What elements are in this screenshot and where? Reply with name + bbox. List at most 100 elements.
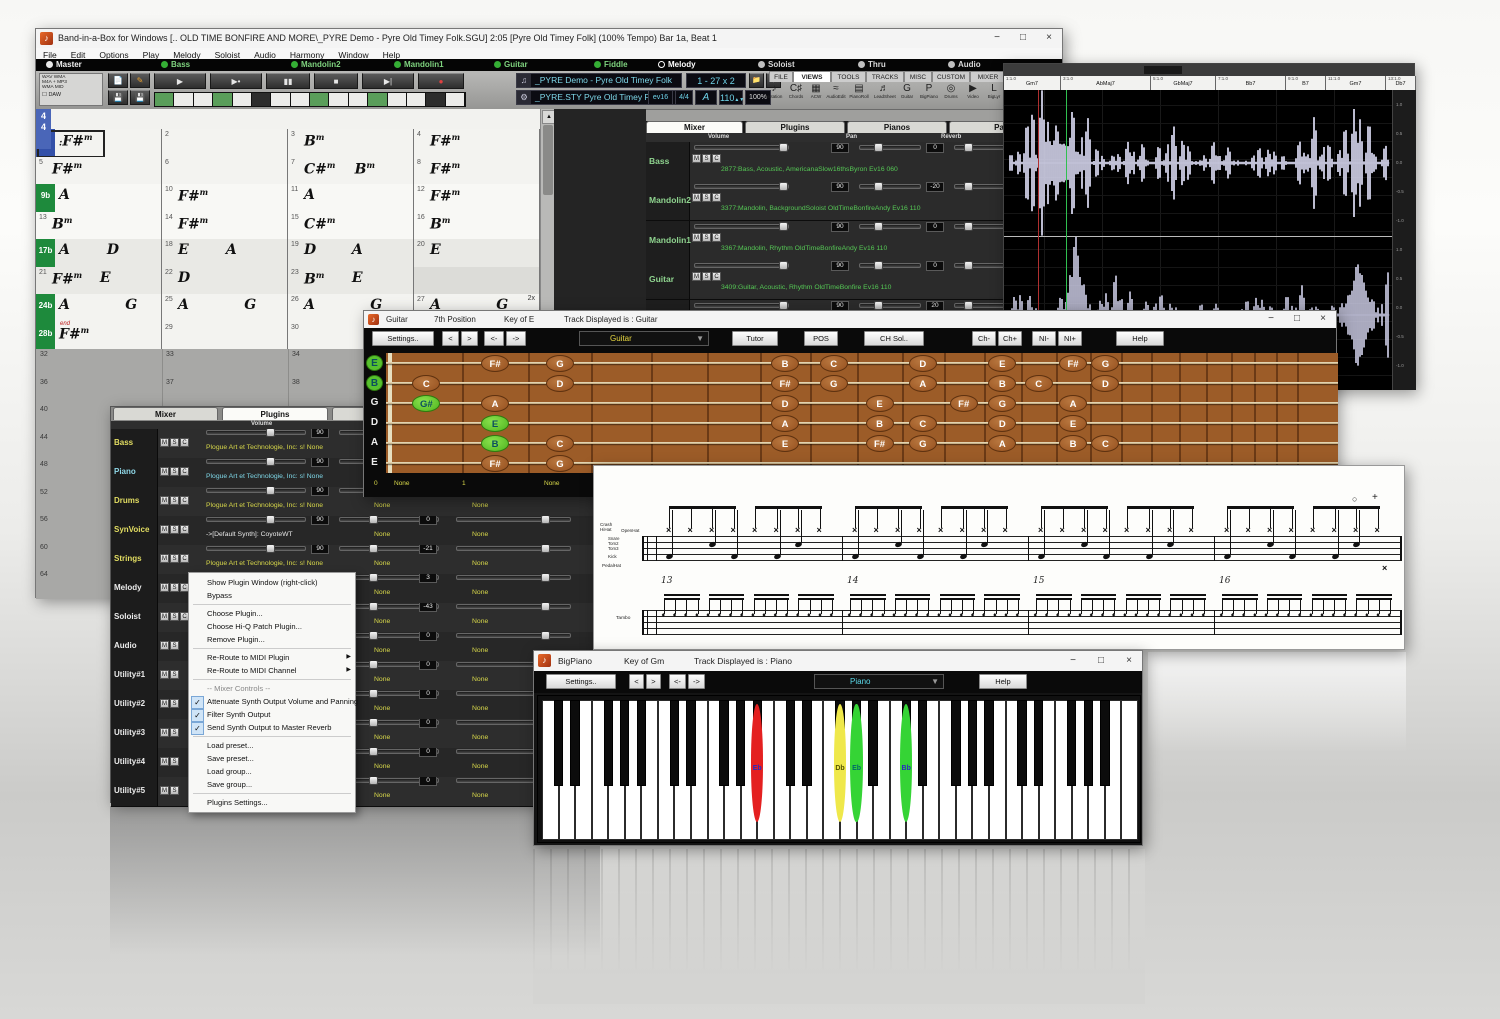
trackbar-audio[interactable]: Audio (948, 60, 981, 69)
mixer-tab-mixer[interactable]: Mixer (646, 121, 743, 133)
volume-handle[interactable] (779, 222, 788, 231)
plug-mute-button[interactable]: M (160, 612, 169, 621)
mixer-track-row[interactable]: BassMSC2877:Bass, Acoustic, AmericanaSlo… (646, 142, 1064, 182)
plug-solo-button[interactable]: S (170, 786, 179, 795)
black-key[interactable] (554, 700, 563, 786)
plug-track-row[interactable]: SynVoiceMSC900->[Default Synth]: CoyoteW… (111, 516, 598, 546)
mixer-track-row[interactable]: GuitarMSC3409:Guitar, Acoustic, Rhythm O… (646, 260, 1064, 300)
black-key[interactable] (1017, 700, 1026, 786)
ribbon-tab-custom[interactable]: CUSTOM (932, 71, 970, 82)
reverb-handle[interactable] (964, 182, 973, 191)
ribbon-tab-tools[interactable]: TOOLS (831, 71, 866, 82)
plug-pan-handle[interactable] (369, 719, 378, 727)
plug-volume-handle[interactable] (266, 429, 275, 437)
volume-slider[interactable] (694, 263, 789, 268)
piano-btn-[interactable]: -> (688, 674, 705, 689)
maximize-button[interactable]: □ (1010, 29, 1036, 47)
track-mute-button[interactable]: M (692, 193, 701, 202)
piano-titlebar[interactable]: ♪ BigPiano Key of Gm Track Displayed is … (534, 651, 1142, 672)
plug-freeze-button[interactable]: C (180, 525, 189, 534)
bar-cell[interactable]: 1a:F#m (36, 129, 162, 157)
ribbon-icon-bigpiano[interactable]: PBigPiano (919, 83, 939, 99)
ribbon-tab-views[interactable]: VIEWS (793, 71, 831, 82)
bar-cell[interactable]: 28bF#mend (36, 322, 162, 350)
bar-cell[interactable]: 4F#m (414, 129, 540, 157)
ribbon-icon-guitar[interactable]: GGuitar (897, 83, 917, 99)
guitar-track-selector[interactable]: Guitar ▼ (579, 331, 709, 346)
timesig-display[interactable]: 4/4 (675, 90, 693, 105)
key-display[interactable]: A (695, 90, 717, 105)
guitar-btn-[interactable]: > (461, 331, 478, 346)
volume-slider[interactable] (694, 184, 789, 189)
black-key[interactable] (1034, 700, 1043, 786)
plug-pan-handle[interactable] (369, 690, 378, 698)
reverb-handle[interactable] (964, 261, 973, 270)
bar-cell[interactable]: 14F#m (162, 212, 288, 240)
plug-pan-handle[interactable] (369, 748, 378, 756)
ctx-item-choose-hi-q-patch-plugin---[interactable]: Choose Hi-Q Patch Plugin... (189, 620, 355, 633)
bar-cell[interactable]: 9bA (36, 184, 162, 212)
pan-slider[interactable] (859, 224, 921, 229)
trackbar-guitar[interactable]: Guitar (494, 60, 528, 69)
trackbar-bass[interactable]: Bass (161, 60, 190, 69)
plug-extra-slider[interactable] (456, 575, 571, 580)
ribbon-icon-chords[interactable]: C♯Chords (786, 83, 806, 99)
piano-btn-[interactable]: > (646, 674, 661, 689)
bar-cell[interactable]: 18EA (162, 239, 288, 267)
black-key[interactable] (719, 700, 728, 786)
bar-cell[interactable]: 10F#m (162, 184, 288, 212)
record-button[interactable]: ● (418, 73, 464, 89)
pan-handle[interactable] (874, 222, 883, 231)
bar-cell[interactable] (414, 267, 540, 295)
white-key[interactable] (1121, 700, 1138, 840)
plug-solo-button[interactable]: S (170, 612, 179, 621)
trackbar-fiddle[interactable]: Fiddle (594, 60, 628, 69)
plug-pan-handle[interactable] (369, 516, 378, 524)
bar-cell[interactable]: 23BmE (288, 267, 414, 295)
guitar-btn-pos[interactable]: POS (804, 331, 838, 346)
ctx-item-load-group---[interactable]: Load group... (189, 765, 355, 778)
bar-cell[interactable]: 12F#m (414, 184, 540, 212)
ctx-item-attenuate-synth-output-volum[interactable]: Attenuate Synth Output Volume and Pannin… (189, 695, 355, 708)
bar-cell[interactable]: 3Bm (288, 129, 414, 157)
track-solo-button[interactable]: S (702, 272, 711, 281)
bar-cell[interactable]: 19DA (288, 239, 414, 267)
volume-handle[interactable] (779, 261, 788, 270)
pan-handle[interactable] (874, 143, 883, 152)
bar-cell[interactable]: 2 (162, 129, 288, 157)
ribbon-icon-notation[interactable]: ♪Notation (764, 83, 784, 99)
plug-track-row[interactable]: StringsMSC90-21Plogue Art et Technologie… (111, 545, 598, 575)
reverb-handle[interactable] (964, 301, 973, 310)
guitar-btn-tutor[interactable]: Tutor (732, 331, 778, 346)
plug-volume-slider[interactable] (206, 517, 306, 522)
plug-volume-handle[interactable] (266, 458, 275, 466)
bar-progress-strip[interactable] (154, 92, 466, 107)
black-key[interactable] (1100, 700, 1109, 786)
plug-pan-handle[interactable] (369, 574, 378, 582)
track-solo-button[interactable]: S (702, 233, 711, 242)
minimize-button[interactable]: − (984, 29, 1010, 47)
guitar-btn-ch+[interactable]: Ch+ (998, 331, 1022, 346)
plug-mute-button[interactable]: M (160, 467, 169, 476)
plug-solo-button[interactable]: S (170, 728, 179, 737)
ctx-item-load-preset---[interactable]: Load preset... (189, 739, 355, 752)
bar-cell[interactable]: 11A (288, 184, 414, 212)
bar-cell[interactable]: 29 (162, 322, 288, 350)
play-button[interactable]: ▶ (154, 73, 206, 89)
mixer-track-row[interactable]: Mandolin2MSC3377:Mandolin, BackgroundSol… (646, 181, 1064, 221)
plug-extra-slider[interactable] (456, 517, 571, 522)
plug-pan-handle[interactable] (369, 777, 378, 785)
volume-slider[interactable] (694, 145, 789, 150)
plug-tab-plugins[interactable]: Plugins (222, 407, 328, 420)
black-key[interactable] (1067, 700, 1076, 786)
guitar-btn-ch-[interactable]: Ch- (972, 331, 996, 346)
pan-handle[interactable] (874, 301, 883, 310)
bar-cell[interactable]: 17bAD (36, 239, 162, 267)
piano-btn-[interactable]: < (629, 674, 644, 689)
plug-freeze-button[interactable]: C (180, 554, 189, 563)
ribbon-tab-tracks[interactable]: TRACKS (866, 71, 904, 82)
bar-cell[interactable]: 20E (414, 239, 540, 267)
trackbar-master[interactable]: Master (46, 60, 82, 69)
pan-slider[interactable] (859, 145, 921, 150)
bar-cell[interactable]: 22D (162, 267, 288, 295)
